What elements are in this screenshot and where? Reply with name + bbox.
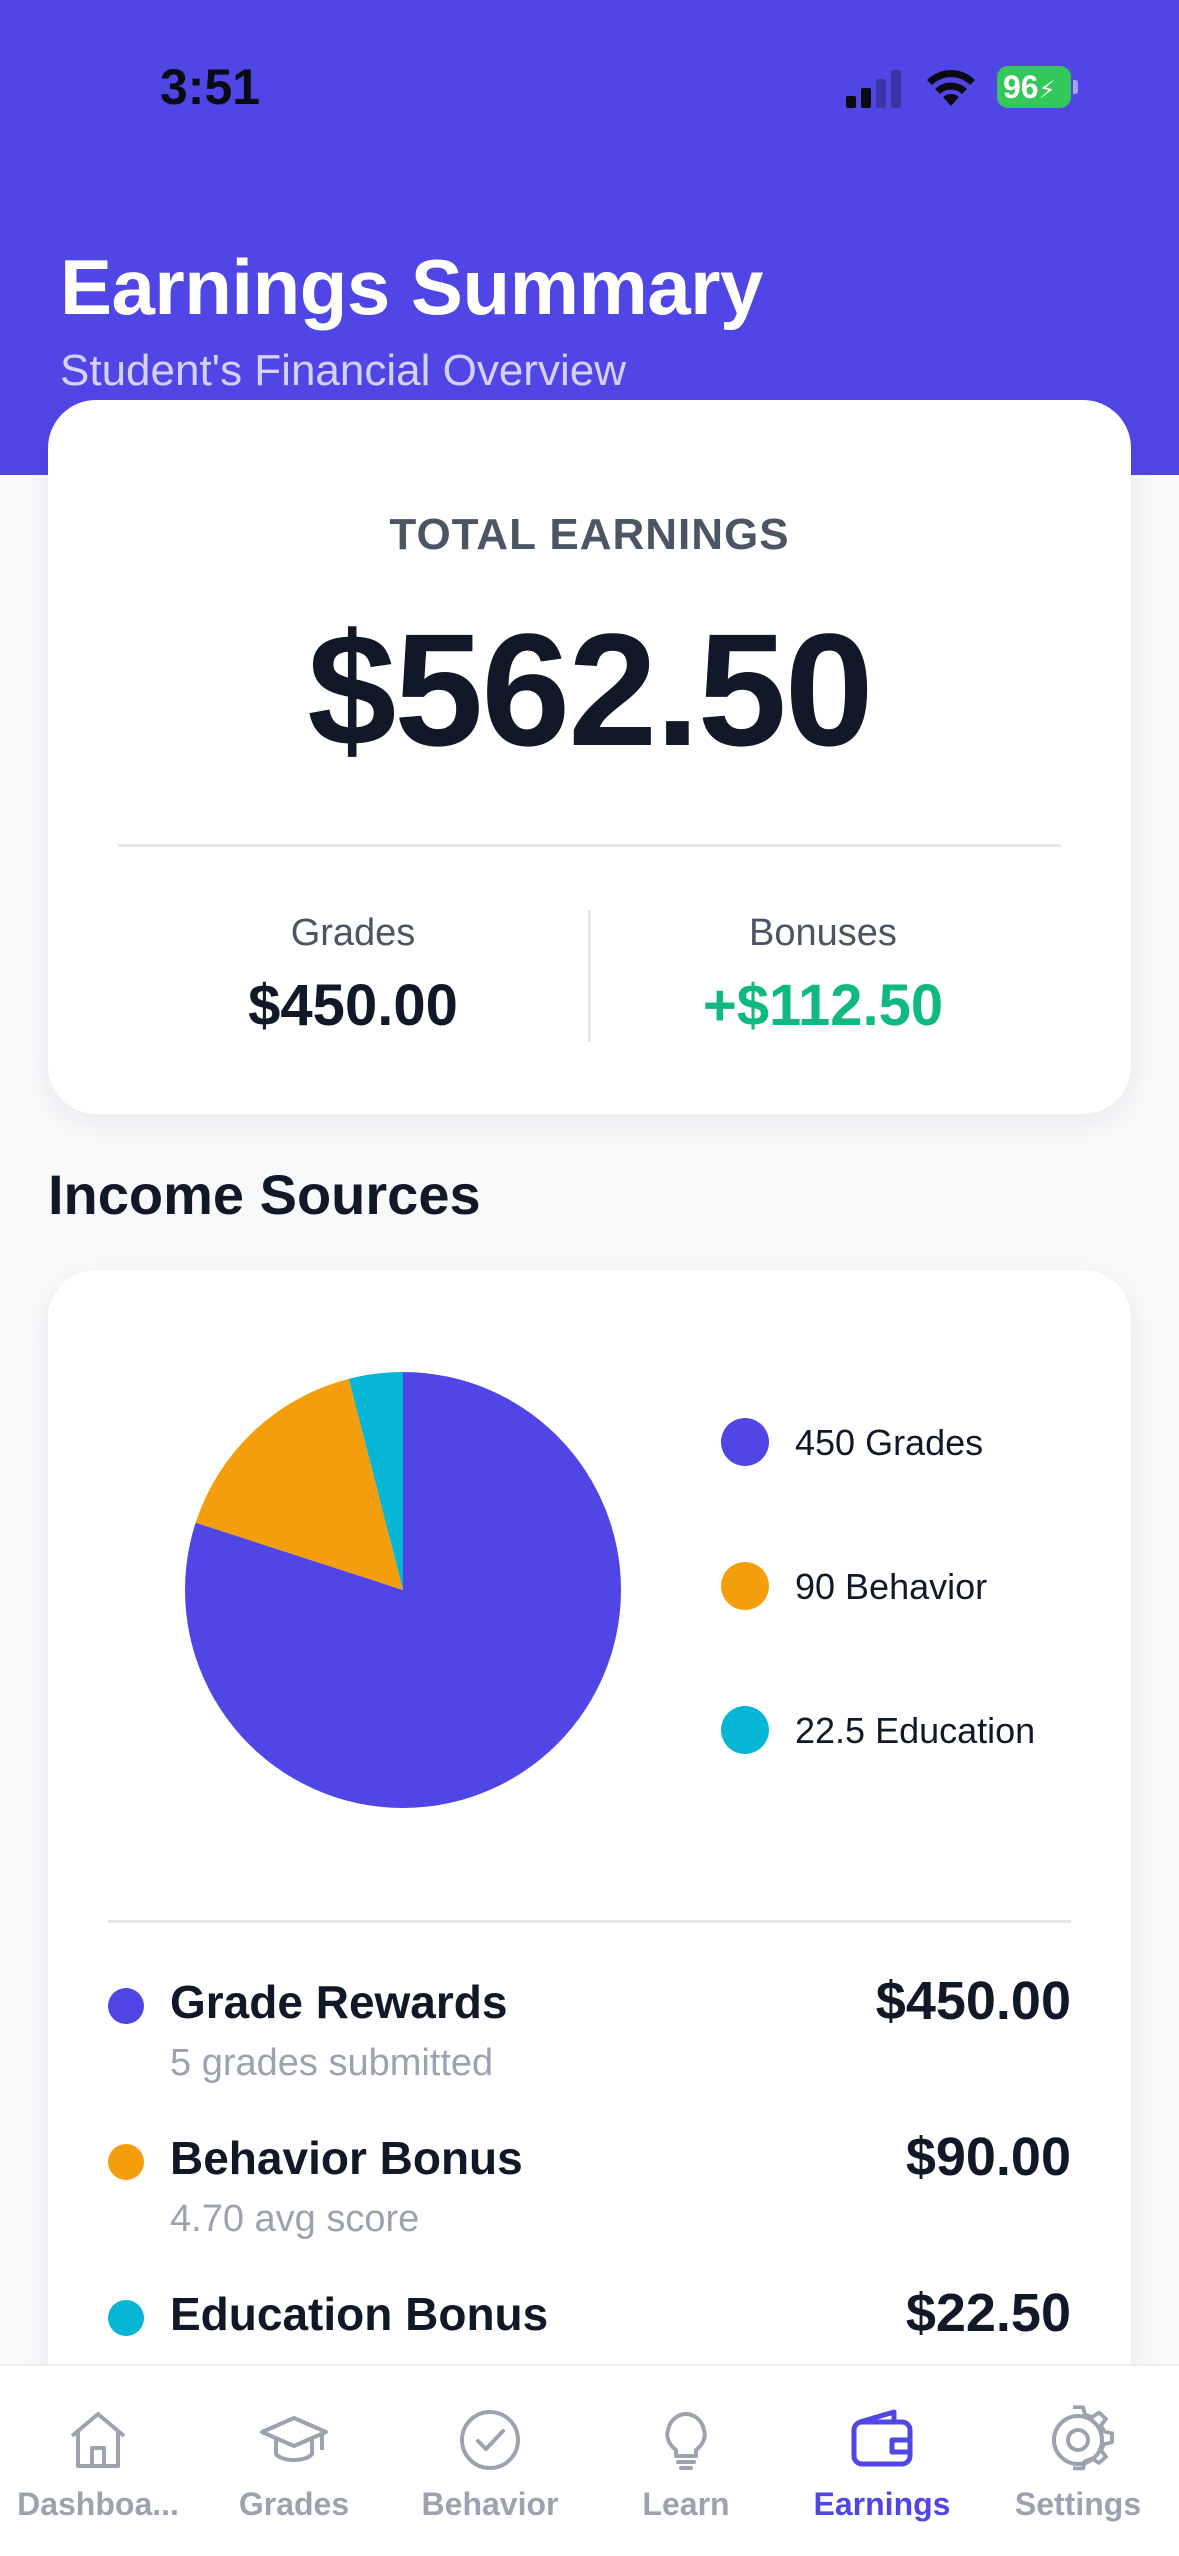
page-subtitle: Student's Financial Overview bbox=[60, 346, 626, 395]
source-detail: 4.70 avg score bbox=[170, 2198, 420, 2240]
tab-behavior[interactable]: Behavior bbox=[392, 2366, 588, 2556]
divider bbox=[108, 1920, 1071, 1923]
legend-dot bbox=[721, 1706, 769, 1754]
vertical-divider bbox=[588, 910, 591, 1042]
source-name: Education Bonus bbox=[170, 2288, 549, 2340]
income-source-grade-rewards[interactable]: Grade Rewards 5 grades submitted $450.00 bbox=[108, 1970, 1071, 2110]
wallet-icon bbox=[851, 2409, 913, 2467]
source-color-dot bbox=[108, 1988, 144, 2024]
tab-label: Settings bbox=[1014, 2486, 1142, 2522]
income-sources-title: Income Sources bbox=[48, 1163, 481, 1226]
source-amount: $22.50 bbox=[905, 2283, 1071, 2343]
legend-label: 90 Behavior bbox=[795, 1566, 988, 1607]
grades-value: $450.00 bbox=[248, 973, 458, 1038]
source-amount: $90.00 bbox=[905, 2127, 1071, 2187]
income-pie-chart bbox=[184, 1372, 621, 1808]
bonuses-label: Bonuses bbox=[749, 912, 897, 954]
tab-label: Learn bbox=[642, 2486, 730, 2522]
source-name: Grade Rewards bbox=[170, 1976, 508, 2028]
lightbulb-icon bbox=[665, 2412, 707, 2470]
total-earnings-card: TOTAL EARNINGS $562.50 Grades $450.00 Bo… bbox=[48, 400, 1131, 1114]
tab-bar: Dashboa... Grades Behavior Learn Earning… bbox=[0, 2364, 1179, 2556]
charging-bolt-icon: ⚡ bbox=[1038, 77, 1056, 104]
tab-earnings[interactable]: Earnings bbox=[784, 2366, 980, 2556]
divider bbox=[118, 844, 1061, 847]
tab-dashboard[interactable]: Dashboa... bbox=[0, 2366, 196, 2556]
gear-icon bbox=[1052, 2405, 1114, 2471]
tab-label: Earnings bbox=[813, 2486, 951, 2522]
wifi-icon bbox=[927, 70, 975, 106]
legend-dot bbox=[721, 1562, 769, 1610]
source-color-dot bbox=[108, 2300, 144, 2336]
bonuses-value: +$112.50 bbox=[702, 973, 944, 1038]
grades-label: Grades bbox=[290, 912, 416, 954]
total-earnings-label: TOTAL EARNINGS bbox=[389, 510, 790, 559]
source-detail: 5 grades submitted bbox=[170, 2042, 494, 2084]
check-circle-icon bbox=[460, 2410, 520, 2470]
home-icon bbox=[70, 2412, 126, 2468]
source-name: Behavior Bonus bbox=[170, 2132, 523, 2184]
source-amount: $450.00 bbox=[875, 1971, 1071, 2031]
graduation-cap-icon bbox=[260, 2416, 328, 2462]
tab-learn[interactable]: Learn bbox=[588, 2366, 784, 2556]
battery-indicator: 96⚡ bbox=[997, 66, 1078, 108]
legend-label: 22.5 Education bbox=[795, 1710, 1036, 1751]
total-earnings-value: $562.50 bbox=[307, 600, 873, 779]
cellular-signal-icon bbox=[846, 70, 901, 108]
tab-label: Behavior bbox=[421, 2486, 559, 2522]
tab-label: Grades bbox=[238, 2486, 350, 2522]
status-time: 3:51 bbox=[160, 59, 261, 115]
tab-grades[interactable]: Grades bbox=[196, 2366, 392, 2556]
battery-level: 96 bbox=[1003, 69, 1039, 105]
income-source-behavior-bonus[interactable]: Behavior Bonus 4.70 avg score $90.00 bbox=[108, 2126, 1071, 2266]
tab-settings[interactable]: Settings bbox=[980, 2366, 1176, 2556]
legend-dot bbox=[721, 1418, 769, 1466]
page-title: Earnings Summary bbox=[60, 243, 763, 331]
legend-label: 450 Grades bbox=[795, 1422, 984, 1463]
source-color-dot bbox=[108, 2144, 144, 2180]
tab-label: Dashboa... bbox=[17, 2486, 179, 2522]
